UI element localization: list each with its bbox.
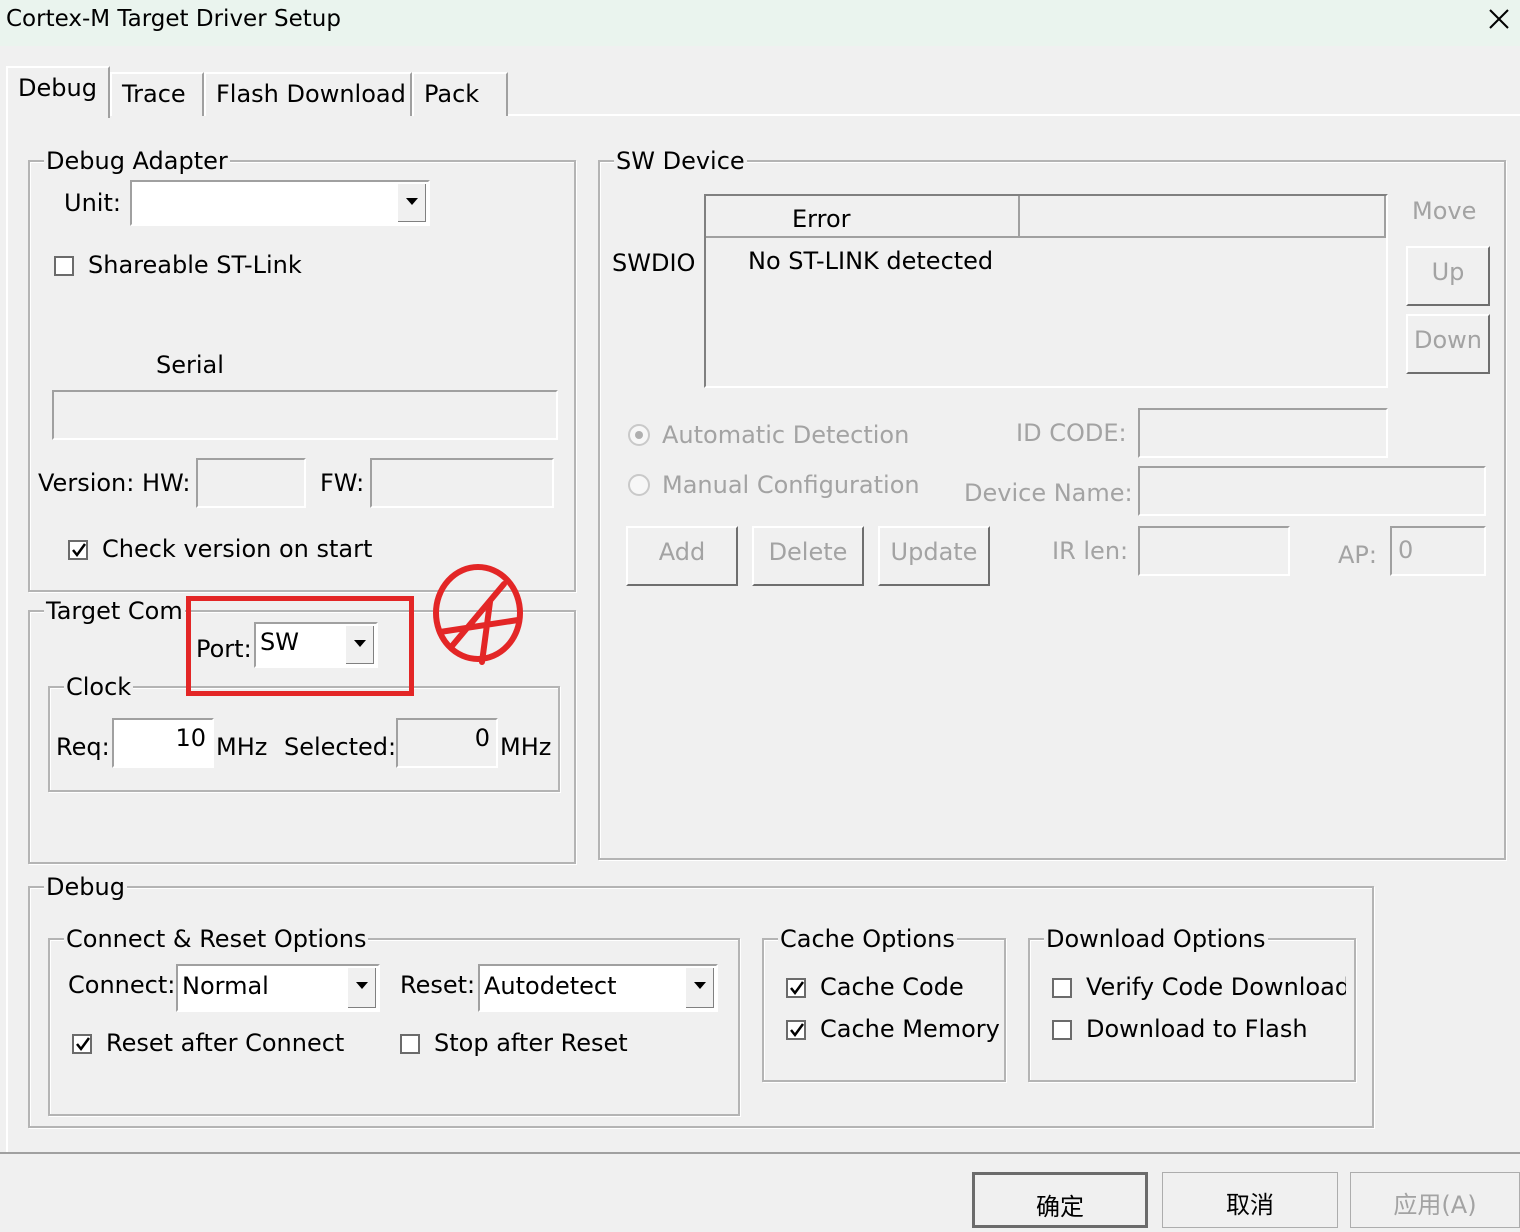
close-icon xyxy=(1489,9,1509,29)
connect-reset-legend: Connect & Reset Options xyxy=(64,925,369,953)
device-name-label: Device Name: xyxy=(964,479,1133,507)
fw-version-field xyxy=(370,458,554,508)
hw-version-field xyxy=(196,458,306,508)
mhz-unit-label-2: MHz xyxy=(500,733,552,761)
tab-pack[interactable]: Pack xyxy=(412,72,508,116)
req-label: Req: xyxy=(56,733,110,761)
move-up-button[interactable]: Up xyxy=(1406,246,1490,306)
list-row-text: No ST-LINK detected xyxy=(748,247,994,275)
download-to-flash-label: Download to Flash xyxy=(1086,1015,1308,1043)
id-code-field xyxy=(1138,408,1388,458)
serial-field xyxy=(52,390,558,440)
connect-dropdown-button[interactable] xyxy=(347,968,376,1008)
automatic-detection-label: Automatic Detection xyxy=(662,421,910,449)
req-clock-input[interactable]: 10 xyxy=(112,718,214,768)
download-options-group xyxy=(1028,938,1356,1082)
window-title: Cortex-M Target Driver Setup xyxy=(6,6,341,32)
stop-after-reset-label: Stop after Reset xyxy=(434,1029,628,1057)
debug-adapter-legend: Debug Adapter xyxy=(44,147,230,175)
automatic-detection-radio[interactable] xyxy=(628,424,650,446)
cache-memory-checkbox[interactable] xyxy=(786,1020,806,1040)
check-version-label: Check version on start xyxy=(102,535,373,563)
ir-len-label: IR len: xyxy=(1052,537,1129,565)
download-options-legend: Download Options xyxy=(1044,925,1268,953)
tab-trace[interactable]: Trace xyxy=(110,72,204,116)
sw-device-list[interactable]: Error No ST-LINK detected xyxy=(704,194,1388,388)
cancel-button[interactable]: 取消 xyxy=(1162,1172,1338,1228)
check-icon xyxy=(72,543,87,558)
mhz-unit-label: MHz xyxy=(216,733,268,761)
sw-device-legend: SW Device xyxy=(614,147,747,175)
footer-divider xyxy=(0,1152,1520,1154)
debug-legend: Debug xyxy=(44,873,127,901)
selected-label: Selected: xyxy=(284,733,397,761)
fw-label: FW: xyxy=(320,469,365,497)
download-to-flash-checkbox[interactable] xyxy=(1052,1020,1072,1040)
connect-label: Connect: xyxy=(68,971,176,999)
verify-code-download-label: Verify Code Download xyxy=(1086,973,1346,1001)
ap-field: 0 xyxy=(1390,526,1486,576)
reset-after-connect-label: Reset after Connect xyxy=(106,1029,345,1057)
chevron-down-icon xyxy=(356,982,368,989)
manual-configuration-radio[interactable] xyxy=(628,474,650,496)
delete-button[interactable]: Delete xyxy=(752,526,864,586)
apply-button[interactable]: 应用(A) xyxy=(1350,1172,1520,1228)
unit-label: Unit: xyxy=(64,189,121,217)
serial-label: Serial xyxy=(156,351,224,379)
cache-options-legend: Cache Options xyxy=(778,925,957,953)
ir-len-field xyxy=(1138,526,1290,576)
check-icon xyxy=(790,981,805,996)
list-header-name[interactable] xyxy=(1020,196,1386,238)
shareable-stlink-label: Shareable ST-Link xyxy=(88,251,302,279)
annotation-circled-four-icon xyxy=(433,564,523,665)
id-code-label: ID CODE: xyxy=(1016,419,1127,447)
verify-code-download-checkbox[interactable] xyxy=(1052,978,1072,998)
chevron-down-icon xyxy=(694,982,706,989)
cache-code-label: Cache Code xyxy=(820,973,964,1001)
list-header-error[interactable]: Error xyxy=(706,196,1020,238)
move-label: Move xyxy=(1412,197,1477,225)
connect-select[interactable]: Normal xyxy=(176,964,380,1012)
cache-options-group xyxy=(762,938,1006,1082)
cache-memory-label: Cache Memory xyxy=(820,1015,1000,1043)
target-com-legend: Target Com xyxy=(44,597,185,625)
reset-after-connect-checkbox[interactable] xyxy=(72,1034,92,1054)
chevron-down-icon xyxy=(406,198,418,205)
reset-dropdown-button[interactable] xyxy=(685,968,714,1008)
stop-after-reset-checkbox[interactable] xyxy=(400,1034,420,1054)
unit-select[interactable] xyxy=(130,180,430,226)
move-down-button[interactable]: Down xyxy=(1406,314,1490,374)
add-button[interactable]: Add xyxy=(626,526,738,586)
swdio-label: SWDIO xyxy=(612,249,696,277)
version-hw-label: Version: HW: xyxy=(38,469,191,497)
unit-dropdown-button[interactable] xyxy=(397,184,426,222)
selected-clock-field: 0 xyxy=(396,718,498,768)
shareable-stlink-checkbox[interactable] xyxy=(54,256,74,276)
check-icon xyxy=(76,1037,91,1052)
tab-debug[interactable]: Debug xyxy=(6,66,110,118)
annotation-highlight-box xyxy=(186,596,414,696)
manual-configuration-label: Manual Configuration xyxy=(662,471,920,499)
device-name-field xyxy=(1138,466,1486,516)
update-button[interactable]: Update xyxy=(878,526,990,586)
check-icon xyxy=(790,1023,805,1038)
ap-label: AP: xyxy=(1338,541,1377,569)
ok-button[interactable]: 确定 xyxy=(972,1172,1148,1228)
reset-select[interactable]: Autodetect xyxy=(478,964,718,1012)
check-version-checkbox[interactable] xyxy=(68,540,88,560)
tab-flash-download[interactable]: Flash Download xyxy=(204,72,412,116)
clock-legend: Clock xyxy=(64,673,134,701)
cache-code-checkbox[interactable] xyxy=(786,978,806,998)
reset-label: Reset: xyxy=(400,971,476,999)
close-button[interactable] xyxy=(1474,0,1520,40)
